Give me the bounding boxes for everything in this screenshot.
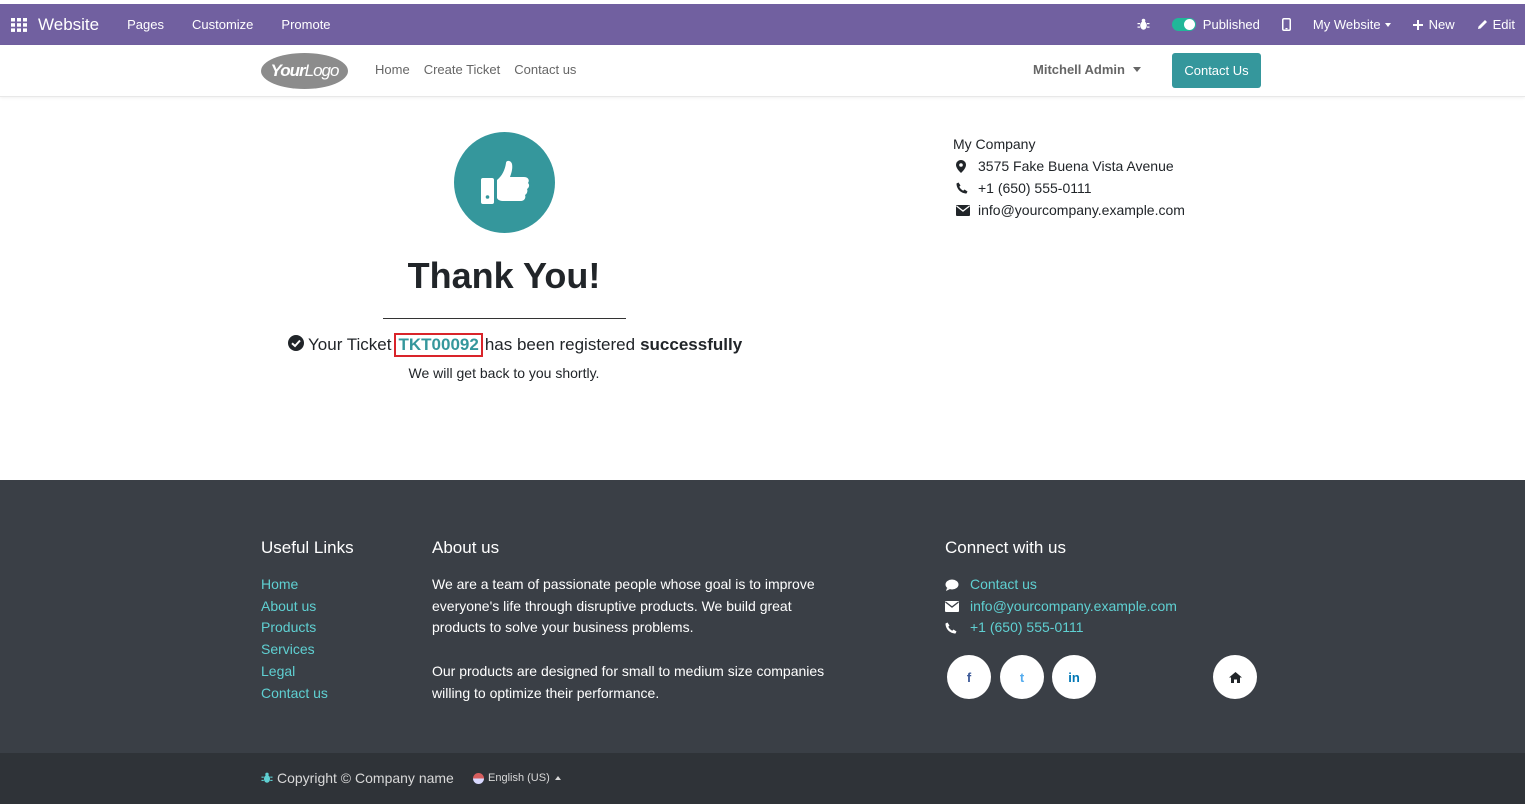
about-section: We are a team of passionate people whose… — [432, 574, 832, 705]
edit-label: Edit — [1492, 17, 1515, 32]
phone-icon — [953, 182, 978, 194]
footer-link-contact[interactable]: Contact us — [261, 683, 328, 705]
facebook-icon[interactable]: f — [947, 655, 991, 699]
useful-links-list: Home About us Products Services Legal Co… — [261, 574, 328, 704]
connect-section: Contact us info@yourcompany.example.com … — [945, 574, 1177, 639]
copyright-text: Copyright © Company name — [277, 770, 454, 786]
home-icon[interactable] — [1213, 655, 1257, 699]
nav-home[interactable]: Home — [375, 62, 410, 77]
copyright-bar: Copyright © Company name English (US) — [0, 753, 1525, 804]
logo-text-bold: Your — [270, 61, 306, 80]
about-title: About us — [432, 538, 500, 557]
thumbs-up-icon — [454, 132, 555, 233]
new-label: New — [1428, 17, 1455, 32]
toggle-switch[interactable] — [1171, 18, 1196, 31]
phone-icon — [945, 622, 970, 634]
language-label: English (US) — [488, 772, 550, 784]
envelope-icon — [945, 601, 970, 613]
contact-us-button[interactable]: Contact Us — [1172, 53, 1261, 88]
us-flag-icon — [473, 772, 484, 784]
footer-link-services[interactable]: Services — [261, 639, 328, 661]
apps-menu-icon[interactable] — [0, 17, 38, 32]
useful-links-title: Useful Links — [261, 538, 354, 557]
menu-promote[interactable]: Promote — [281, 17, 330, 32]
main-content: Thank You! Your Ticket TKT00092 has been… — [0, 97, 1525, 480]
debug-bug-icon[interactable] — [1137, 18, 1150, 31]
title-divider — [383, 318, 626, 319]
main-nav: Home Create Ticket Contact us — [368, 62, 583, 77]
connect-email-link[interactable]: info@yourcompany.example.com — [970, 596, 1177, 618]
published-toggle[interactable]: Published — [1171, 17, 1260, 32]
footer-link-products[interactable]: Products — [261, 617, 328, 639]
connect-contact-link[interactable]: Contact us — [970, 574, 1037, 596]
ticket-success: successfully — [640, 335, 743, 354]
chevron-up-icon — [554, 776, 561, 780]
ticket-code-link[interactable]: TKT00092 — [394, 333, 483, 357]
mobile-preview-icon[interactable] — [1281, 18, 1291, 31]
copyright: Copyright © Company name — [261, 770, 454, 786]
logo-text-light: Logo — [304, 61, 340, 80]
language-selector[interactable]: English (US) — [473, 772, 561, 784]
published-label: Published — [1202, 17, 1260, 32]
app-brand[interactable]: Website — [38, 15, 99, 35]
user-menu[interactable]: Mitchell Admin — [1033, 62, 1141, 77]
company-email: info@yourcompany.example.com — [978, 202, 1185, 218]
ticket-confirmation: Your Ticket TKT00092 has been registered… — [288, 333, 742, 357]
connect-title: Connect with us — [945, 538, 1066, 557]
footer-link-home[interactable]: Home — [261, 574, 328, 596]
edit-button[interactable]: Edit — [1477, 17, 1515, 32]
chevron-down-icon — [1384, 22, 1391, 27]
ticket-suffix: has been registered — [484, 335, 636, 354]
ticket-prefix: Your Ticket — [308, 335, 392, 354]
company-name: My Company — [953, 136, 1036, 152]
menu-pages[interactable]: Pages — [127, 17, 164, 32]
new-button[interactable]: New — [1412, 17, 1455, 32]
check-circle-icon — [288, 334, 304, 356]
envelope-icon — [953, 204, 978, 216]
bug-icon — [261, 772, 273, 784]
page-title: Thank You! — [407, 255, 601, 296]
user-name: Mitchell Admin — [1033, 62, 1125, 77]
footer-link-legal[interactable]: Legal — [261, 661, 328, 683]
company-address: 3575 Fake Buena Vista Avenue — [978, 158, 1174, 174]
chevron-down-icon — [1132, 67, 1141, 72]
footer-link-about[interactable]: About us — [261, 596, 328, 618]
confirmation-subtitle: We will get back to you shortly. — [408, 365, 600, 381]
website-switcher[interactable]: My Website — [1313, 17, 1391, 32]
site-logo[interactable]: Your Logo — [261, 53, 348, 89]
comment-icon — [945, 579, 970, 591]
map-marker-icon — [953, 159, 978, 173]
linkedin-icon[interactable]: in — [1052, 655, 1096, 699]
twitter-icon[interactable]: t — [1000, 655, 1044, 699]
footer: Useful Links Home About us Products Serv… — [0, 480, 1525, 753]
website-switcher-label: My Website — [1312, 17, 1381, 32]
company-info: My Company 3575 Fake Buena Vista Avenue … — [953, 133, 1185, 221]
admin-bar: Website Pages Customize Promote Publishe… — [0, 4, 1525, 45]
company-phone: +1 (650) 555-0111 — [978, 180, 1092, 196]
connect-phone-link[interactable]: +1 (650) 555-0111 — [970, 617, 1084, 639]
about-paragraph-1: We are a team of passionate people whose… — [432, 576, 815, 636]
site-header: Your Logo Home Create Ticket Contact us M… — [0, 45, 1525, 97]
about-paragraph-2: Our products are designed for small to m… — [432, 663, 825, 701]
nav-contact-us[interactable]: Contact us — [514, 62, 576, 77]
menu-customize[interactable]: Customize — [192, 17, 253, 32]
nav-create-ticket[interactable]: Create Ticket — [424, 62, 501, 77]
